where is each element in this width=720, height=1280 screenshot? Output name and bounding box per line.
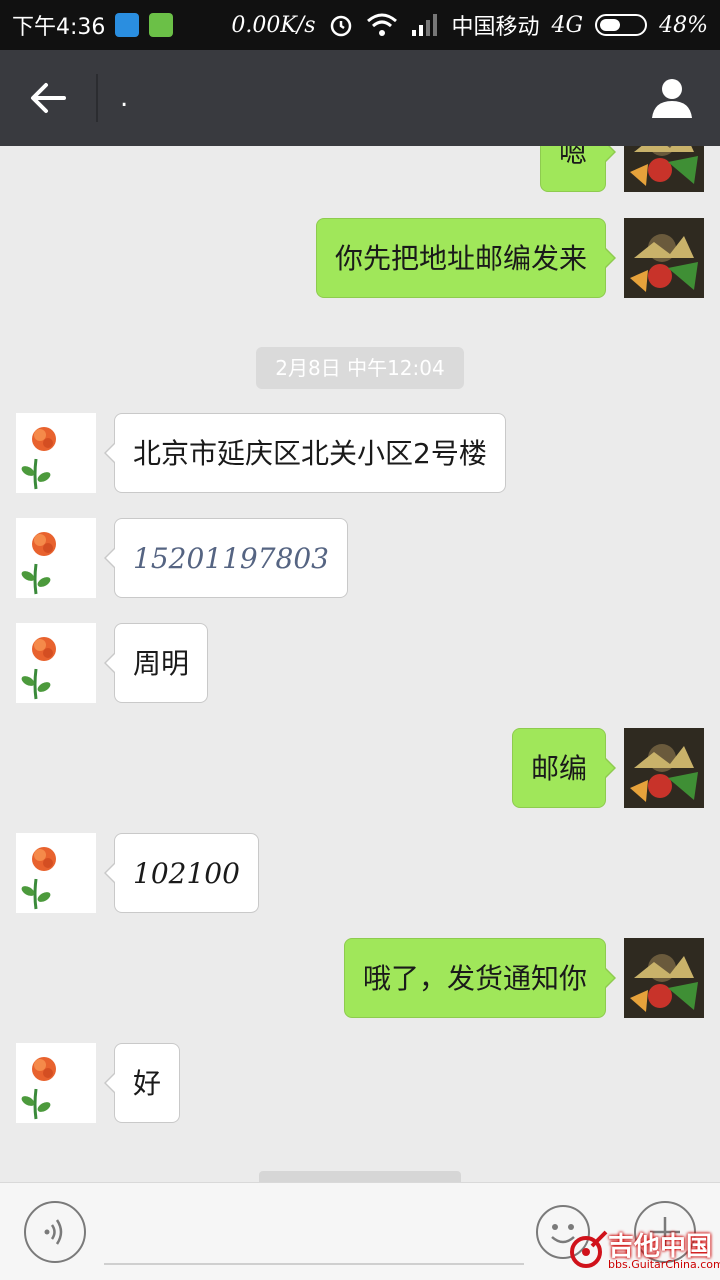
avatar[interactable] <box>624 728 704 808</box>
carrier-name: 中国移动 <box>451 15 540 40</box>
warrior-avatar-icon <box>624 146 704 192</box>
wifi-icon <box>366 13 397 36</box>
avatar[interactable] <box>16 1043 96 1123</box>
back-button[interactable] <box>0 50 96 146</box>
message-bubble-received[interactable]: 好 <box>103 1043 181 1123</box>
message-bubble-received[interactable]: 北京市延庆区北关小区2号楼 <box>104 413 506 493</box>
flower-avatar-icon <box>16 833 96 913</box>
avatar[interactable] <box>624 218 704 298</box>
chat-info-button[interactable] <box>624 50 720 146</box>
message-list[interactable]: 嗯 你先把地址邮编发来 2月8日 中午12:04 北京市延庆区北关小区2号楼 1… <box>0 146 720 1182</box>
alarm-icon <box>330 15 351 37</box>
chat-title: . <box>120 83 129 113</box>
battery-percent: 48% <box>659 12 708 38</box>
warrior-avatar-icon <box>624 218 704 298</box>
notification-app-icon <box>115 13 140 37</box>
flower-avatar-icon <box>16 413 96 493</box>
message-input[interactable] <box>104 1203 524 1265</box>
android-notification-icon <box>149 13 174 37</box>
warrior-avatar-icon <box>624 938 704 1018</box>
net-speed: 0.00K/s <box>231 12 316 38</box>
warrior-avatar-icon <box>624 728 704 808</box>
avatar[interactable] <box>16 833 96 913</box>
avatar[interactable] <box>624 938 704 1018</box>
message-bubble-sent[interactable]: 哦了，发货通知你 <box>343 938 617 1018</box>
message-bubble-sent[interactable]: 你先把地址邮编发来 <box>315 218 617 298</box>
message-bubble-received[interactable]: 周明 <box>103 623 209 703</box>
header-divider <box>96 74 98 122</box>
arrow-left-icon <box>31 83 66 113</box>
signal-icon <box>411 14 437 36</box>
voice-icon <box>44 1219 63 1245</box>
flower-avatar-icon <box>16 518 96 598</box>
message-bubble-sent[interactable]: 邮编 <box>511 728 617 808</box>
message-bubble-received[interactable]: 15201197803 <box>104 518 348 598</box>
voice-input-button[interactable] <box>24 1201 86 1263</box>
avatar[interactable] <box>16 623 96 703</box>
person-icon <box>652 79 692 118</box>
guitar-logo-icon <box>570 1230 608 1268</box>
battery-icon <box>595 14 648 36</box>
watermark-url: bbs.GuitarChina.com <box>608 1258 720 1271</box>
avatar[interactable] <box>16 518 96 598</box>
network-type: 4G <box>551 12 584 38</box>
message-bubble-received[interactable]: 102100 <box>104 833 259 913</box>
avatar[interactable] <box>624 146 704 192</box>
chat-header: . <box>0 50 720 146</box>
status-bar: 下午4:36 0.00K/s 中国移动 4G 48% <box>0 0 720 50</box>
avatar[interactable] <box>16 413 96 493</box>
message-timestamp: 2月8日 中午12:04 <box>256 347 464 389</box>
flower-avatar-icon <box>16 1043 96 1123</box>
message-bubble-sent[interactable]: 嗯 <box>539 146 617 192</box>
status-time: 下午4:36 <box>12 15 106 40</box>
site-watermark: 吉他中国 bbs.GuitarChina.com <box>568 1226 720 1274</box>
flower-avatar-icon <box>16 623 96 703</box>
